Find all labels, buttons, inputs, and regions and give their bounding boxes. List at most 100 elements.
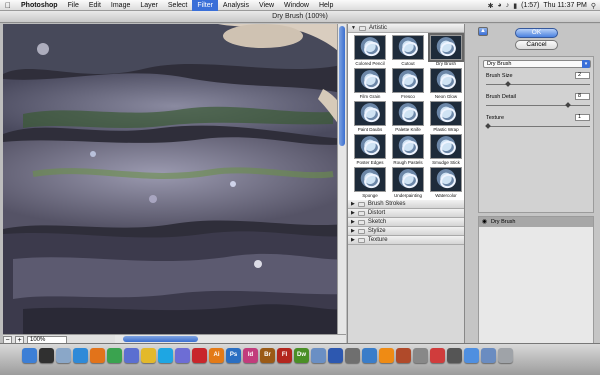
category-brush-strokes[interactable]: ▶ Brush Strokes: [348, 200, 464, 209]
safari-icon[interactable]: [73, 348, 88, 363]
menu-edit[interactable]: Edit: [84, 0, 106, 11]
adium-icon[interactable]: [141, 348, 156, 363]
category-sketch[interactable]: ▶ Sketch: [348, 218, 464, 227]
migration-icon[interactable]: [447, 348, 462, 363]
trash-icon[interactable]: [498, 348, 513, 363]
wifi-icon[interactable]: ◕: [498, 2, 502, 9]
itunes-music-icon[interactable]: [175, 348, 190, 363]
calendar-icon[interactable]: [430, 348, 445, 363]
menu-help[interactable]: Help: [314, 0, 338, 11]
downloads-icon[interactable]: [481, 348, 496, 363]
acrobat-icon[interactable]: [192, 348, 207, 363]
folder-icon: [358, 25, 366, 31]
disclosure-closed-icon[interactable]: ▶: [351, 228, 355, 234]
spotlight-icon[interactable]: ⚲: [591, 2, 596, 10]
word-icon[interactable]: [328, 348, 343, 363]
horizontal-scroll-thumb[interactable]: [123, 336, 198, 342]
cancel-button[interactable]: Cancel: [515, 40, 558, 50]
flash-icon[interactable]: Fl: [277, 348, 292, 363]
effect-layer-row[interactable]: ◉ Dry Brush: [479, 217, 593, 227]
filter-settings: Dry Brush ▾ Brush Size 2 Brush Detail 8 …: [478, 56, 594, 213]
filter-thumb-dry-brush[interactable]: Dry Brush: [428, 33, 464, 68]
volume-icon[interactable]: ♪: [506, 2, 510, 9]
filter-thumb-paint-daubs[interactable]: Paint Daubs: [352, 101, 388, 134]
app-store-icon[interactable]: [464, 348, 479, 363]
disclosure-closed-icon[interactable]: ▶: [351, 219, 355, 225]
filter-thumb-smudge-stick[interactable]: Smudge Stick: [428, 134, 464, 167]
disclosure-closed-icon[interactable]: ▶: [351, 210, 355, 216]
brush-size-slider[interactable]: [486, 84, 590, 85]
category-artistic[interactable]: ▼ Artistic: [348, 24, 464, 33]
preview-icon[interactable]: [345, 348, 360, 363]
utility-icon[interactable]: [413, 348, 428, 363]
apple-icon[interactable]: : [0, 1, 16, 10]
filter-thumb-neon-glow[interactable]: Neon Glow: [428, 68, 464, 101]
brush-size-slider-thumb[interactable]: [505, 81, 511, 87]
firefox-icon[interactable]: [90, 348, 105, 363]
vlc-icon[interactable]: [379, 348, 394, 363]
disclosure-closed-icon[interactable]: ▶: [351, 237, 355, 243]
menu-app-photoshop[interactable]: Photoshop: [16, 0, 63, 11]
filter-thumb-palette-knife[interactable]: Palette Knife: [390, 101, 426, 134]
menu-view[interactable]: View: [254, 0, 279, 11]
filter-thumb-sponge[interactable]: Sponge: [352, 167, 388, 200]
filter-select[interactable]: Dry Brush ▾: [483, 60, 591, 68]
preview-vertical-scrollbar[interactable]: [337, 24, 346, 334]
bluetooth-icon[interactable]: ✱: [488, 2, 494, 10]
skype-icon[interactable]: [158, 348, 173, 363]
filter-thumb-rough-pastels[interactable]: Rough Pastels: [390, 134, 426, 167]
clock[interactable]: Thu 11:37 PM: [543, 2, 586, 9]
brush-detail-slider-thumb[interactable]: [565, 102, 571, 108]
vertical-scroll-thumb[interactable]: [339, 26, 345, 146]
texture-slider[interactable]: [486, 126, 590, 127]
texture-field[interactable]: 1: [575, 114, 590, 121]
itunes-store-icon[interactable]: [362, 348, 377, 363]
category-distort[interactable]: ▶ Distort: [348, 209, 464, 218]
mail-icon[interactable]: [56, 348, 71, 363]
menu-layer[interactable]: Layer: [135, 0, 163, 11]
menu-analysis[interactable]: Analysis: [218, 0, 254, 11]
filter-thumb-plastic-wrap[interactable]: Plastic Wrap: [428, 101, 464, 134]
itunes-icon[interactable]: [124, 348, 139, 363]
ok-button[interactable]: OK: [515, 28, 558, 38]
filter-thumb-colored-pencil[interactable]: Colored Pencil: [352, 35, 388, 68]
texture-slider-thumb[interactable]: [485, 123, 491, 129]
menu-filter[interactable]: Filter: [192, 0, 218, 11]
dashboard-icon[interactable]: [39, 348, 54, 363]
disclosure-open-icon[interactable]: ▼: [351, 25, 356, 31]
indesign-icon[interactable]: Id: [243, 348, 258, 363]
iphoto-icon[interactable]: [311, 348, 326, 363]
disclosure-closed-icon[interactable]: ▶: [351, 201, 355, 207]
photoshop-icon[interactable]: Ps: [226, 348, 241, 363]
brush-detail-slider[interactable]: [486, 105, 590, 106]
category-stylize[interactable]: ▶ Stylize: [348, 227, 464, 236]
dreamweaver-icon[interactable]: Dw: [294, 348, 309, 363]
category-texture[interactable]: ▶ Texture: [348, 236, 464, 245]
filter-thumb-film-grain[interactable]: Film Grain: [352, 68, 388, 101]
collapse-gallery-button[interactable]: ▲: [478, 27, 488, 36]
menu-image[interactable]: Image: [106, 0, 135, 11]
finder-icon[interactable]: [22, 348, 37, 363]
filter-preview-image[interactable]: [3, 24, 346, 334]
chevron-down-icon[interactable]: ▾: [582, 60, 590, 68]
menu-select[interactable]: Select: [163, 0, 192, 11]
eye-icon[interactable]: ◉: [481, 219, 488, 226]
filter-thumb-label: Colored Pencil: [355, 61, 385, 66]
filter-thumb-cutout[interactable]: Cutout: [390, 35, 426, 68]
handbrake-icon[interactable]: [396, 348, 411, 363]
menu-window[interactable]: Window: [279, 0, 314, 11]
brush-detail-field[interactable]: 8: [575, 93, 590, 100]
filter-thumb-fresco[interactable]: Fresco: [390, 68, 426, 101]
brush-size-field[interactable]: 2: [575, 72, 590, 79]
bridge-icon[interactable]: Br: [260, 348, 275, 363]
filter-thumb-underpainting[interactable]: Underpainting: [390, 167, 426, 200]
filter-thumb-poster-edges[interactable]: Poster Edges: [352, 134, 388, 167]
chrome-icon[interactable]: [107, 348, 122, 363]
filter-thumbnail-image: [354, 134, 386, 159]
battery-icon[interactable]: ▮: [513, 2, 517, 10]
folder-icon: [357, 201, 365, 207]
filter-thumb-watercolor[interactable]: Watercolor: [428, 167, 464, 200]
menu-file[interactable]: File: [63, 0, 84, 11]
illustrator-icon[interactable]: Ai: [209, 348, 224, 363]
filter-thumbnail-image: [430, 134, 462, 159]
